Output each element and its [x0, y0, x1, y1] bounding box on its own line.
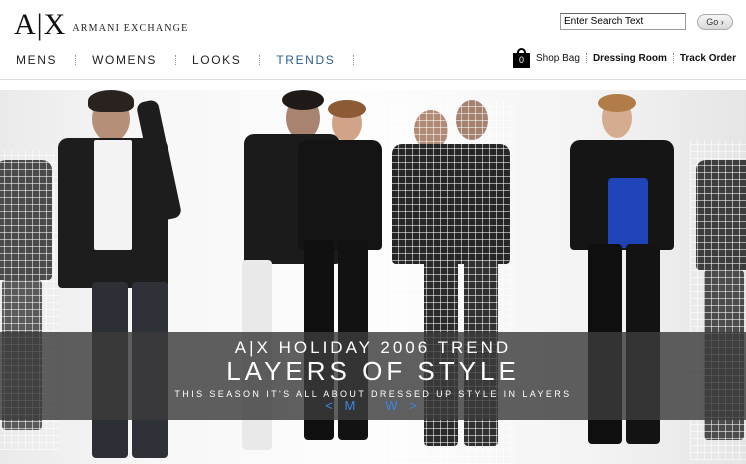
hero-link-women[interactable]: W >	[385, 398, 420, 413]
hero-link-men[interactable]: < M	[325, 398, 359, 413]
nav-divider	[353, 55, 355, 65]
search-input[interactable]	[560, 13, 686, 30]
util-divider	[585, 53, 587, 63]
site-header: A|X ARMANI EXCHANGE Go › MENS WOMENS LOO…	[0, 0, 746, 80]
nav-divider	[259, 55, 261, 65]
nav-item-looks[interactable]: LOOKS	[192, 53, 241, 67]
nav-item-womens[interactable]: WOMENS	[92, 53, 157, 67]
hero-headline-large: LAYERS OF STYLE	[226, 356, 520, 386]
brand-logo[interactable]: A|X ARMANI EXCHANGE	[14, 10, 188, 40]
nav-item-mens[interactable]: MENS	[16, 53, 57, 67]
dressing-room-link[interactable]: Dressing Room	[593, 53, 667, 64]
nav-divider	[175, 55, 177, 65]
logo-mark: A|X	[14, 8, 67, 41]
search-box: Go ›	[560, 13, 733, 30]
nav-item-trends[interactable]: TRENDS	[276, 53, 335, 67]
search-go-button[interactable]: Go ›	[697, 13, 733, 30]
hero-gender-links: < M W >	[0, 398, 746, 413]
utility-links: 0 Shop Bag Dressing Room Track Order	[513, 48, 736, 68]
main-nav: MENS WOMENS LOOKS TRENDS	[16, 53, 370, 67]
bag-count: 0	[513, 53, 530, 68]
util-divider	[672, 53, 674, 63]
hero-banner[interactable]: A|X HOLIDAY 2006 TREND LAYERS OF STYLE T…	[0, 90, 746, 464]
hero-headline-small: A|X HOLIDAY 2006 TREND	[234, 338, 512, 357]
track-order-link[interactable]: Track Order	[680, 53, 736, 64]
logo-wordmark: ARMANI EXCHANGE	[72, 23, 189, 34]
shopping-bag-icon[interactable]: 0	[513, 48, 530, 68]
nav-divider	[75, 55, 77, 65]
shop-bag-link[interactable]: Shop Bag	[536, 53, 580, 64]
